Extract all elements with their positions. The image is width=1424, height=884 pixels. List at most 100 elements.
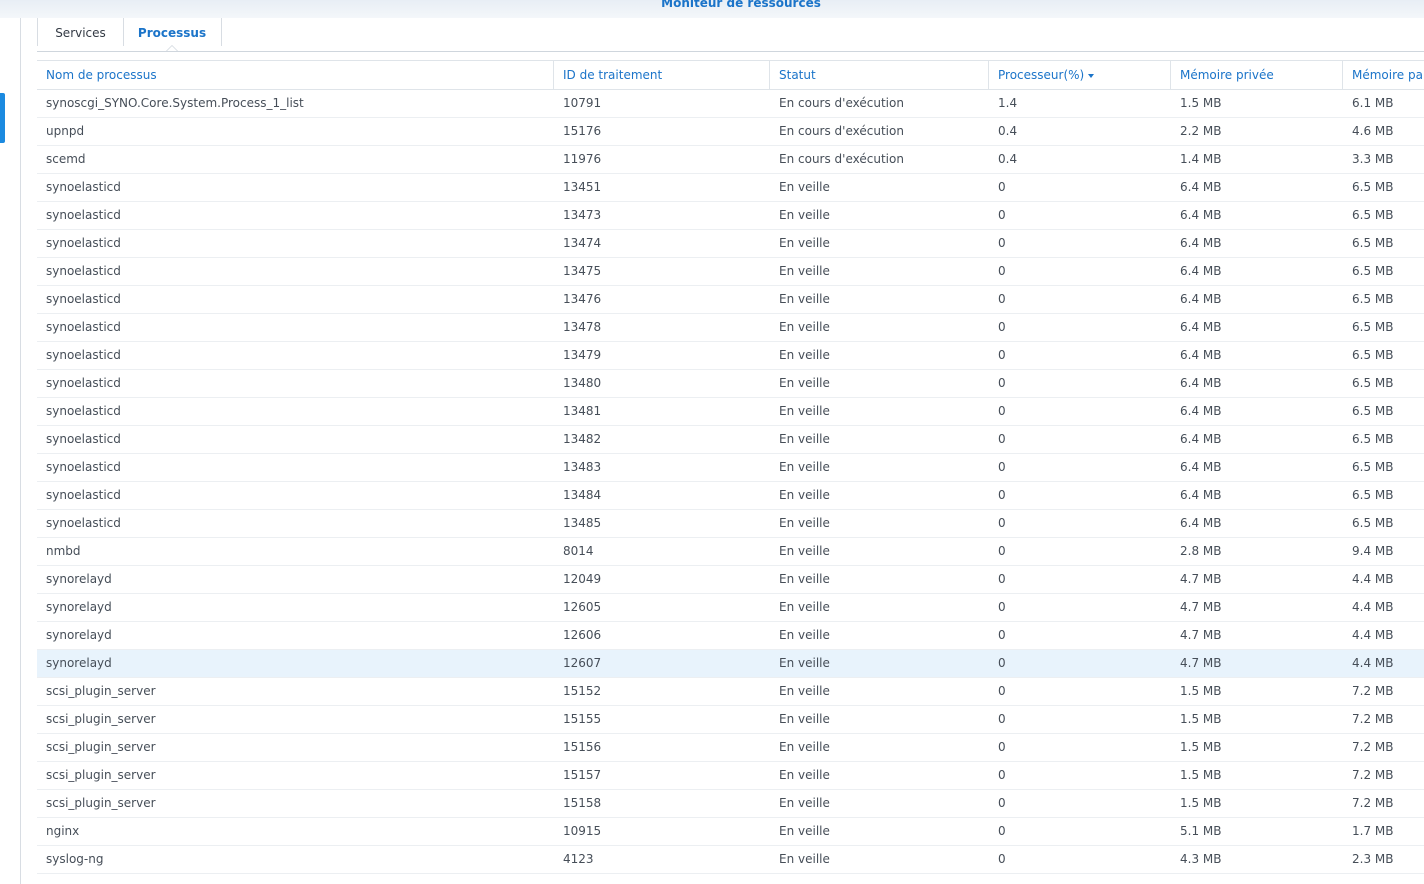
- table-row[interactable]: synoelasticd 13483 En veille 0 6.4 MB 6.5 MB: [37, 454, 1424, 482]
- cpu-cell: 0: [998, 264, 1006, 278]
- column-header-process-id[interactable]: ID de traitement: [554, 61, 770, 89]
- shared-memory-cell: 3.3 MB: [1352, 152, 1394, 166]
- process-name-cell: scsi_plugin_server: [46, 740, 156, 754]
- table-row[interactable]: synorelayd 12605 En veille 0 4.7 MB 4.4 MB: [37, 594, 1424, 622]
- process-name-cell: synoelasticd: [46, 488, 121, 502]
- process-id-cell: 12607: [563, 656, 602, 670]
- table-row[interactable]: scsi_plugin_server 15157 En veille 0 1.5 MB 7…: [37, 762, 1424, 790]
- column-header-cpu[interactable]: Processeur(%): [989, 61, 1171, 89]
- private-memory-cell: 6.4 MB: [1180, 208, 1222, 222]
- status-cell: En veille: [779, 460, 830, 474]
- process-id-cell: 11976: [563, 152, 602, 166]
- process-table: Nom de processus ID de traitement Statut…: [37, 60, 1424, 884]
- shared-memory-cell: 6.5 MB: [1352, 348, 1394, 362]
- process-id-cell: 12606: [563, 628, 602, 642]
- table-row[interactable]: synorelayd 12607 En veille 0 4.7 MB 4.4 MB: [37, 650, 1424, 678]
- table-row[interactable]: synorelayd 12606 En veille 0 4.7 MB 4.4 MB: [37, 622, 1424, 650]
- status-cell: En veille: [779, 544, 830, 558]
- process-id-cell: 13451: [563, 180, 602, 194]
- shared-memory-cell: 7.2 MB: [1352, 768, 1394, 782]
- cpu-cell: 0: [998, 460, 1006, 474]
- table-row[interactable]: upnpd 15176 En cours d'exécution 0.4 2.2 MB 4…: [37, 118, 1424, 146]
- cpu-cell: 0.4: [998, 152, 1018, 166]
- table-row[interactable]: synoelasticd 13480 En veille 0 6.4 MB 6.5 MB: [37, 370, 1424, 398]
- table-row[interactable]: scsi_plugin_server 15152 En veille 0 1.5 MB 7…: [37, 678, 1424, 706]
- process-name-cell: scsi_plugin_server: [46, 712, 156, 726]
- status-cell: En veille: [779, 180, 830, 194]
- process-name-cell: synoelasticd: [46, 208, 121, 222]
- cpu-cell: 0: [998, 796, 1006, 810]
- process-id-cell: 12605: [563, 600, 602, 614]
- column-header-status[interactable]: Statut: [770, 61, 989, 89]
- table-row[interactable]: synoelasticd 13478 En veille 0 6.4 MB 6.5 MB: [37, 314, 1424, 342]
- process-id-cell: 13476: [563, 292, 602, 306]
- status-cell: En veille: [779, 628, 830, 642]
- table-body: synoscgi_SYNO.Core.System.Process_1_list…: [37, 90, 1424, 874]
- shared-memory-cell: 6.5 MB: [1352, 376, 1394, 390]
- process-id-cell: 13478: [563, 320, 602, 334]
- table-row[interactable]: synoelasticd 13481 En veille 0 6.4 MB 6.5 MB: [37, 398, 1424, 426]
- shared-memory-cell: 6.5 MB: [1352, 404, 1394, 418]
- private-memory-cell: 1.4 MB: [1180, 152, 1222, 166]
- tab-bar: Services Processus: [37, 18, 1424, 52]
- cpu-cell: 0: [998, 432, 1006, 446]
- cpu-cell: 0: [998, 740, 1006, 754]
- table-row[interactable]: synorelayd 12049 En veille 0 4.7 MB 4.4 MB: [37, 566, 1424, 594]
- process-id-cell: 15155: [563, 712, 602, 726]
- process-name-cell: synoelasticd: [46, 348, 121, 362]
- table-row[interactable]: synoelasticd 13485 En veille 0 6.4 MB 6.5 MB: [37, 510, 1424, 538]
- private-memory-cell: 1.5 MB: [1180, 712, 1222, 726]
- shared-memory-cell: 4.4 MB: [1352, 572, 1394, 586]
- process-name-cell: synoelasticd: [46, 404, 121, 418]
- table-row[interactable]: scsi_plugin_server 15155 En veille 0 1.5 MB 7…: [37, 706, 1424, 734]
- process-id-cell: 13475: [563, 264, 602, 278]
- process-name-cell: synoelasticd: [46, 292, 121, 306]
- shared-memory-cell: 4.6 MB: [1352, 124, 1394, 138]
- cpu-cell: 0: [998, 600, 1006, 614]
- status-cell: En veille: [779, 320, 830, 334]
- process-name-cell: synoelasticd: [46, 432, 121, 446]
- column-header-private-memory[interactable]: Mémoire privée: [1171, 61, 1343, 89]
- table-row[interactable]: nmbd 8014 En veille 0 2.8 MB 9.4 MB: [37, 538, 1424, 566]
- table-row[interactable]: scsi_plugin_server 15158 En veille 0 1.5 MB 7…: [37, 790, 1424, 818]
- cpu-cell: 0: [998, 628, 1006, 642]
- tab-services[interactable]: Services: [37, 18, 124, 46]
- cpu-cell: 0: [998, 292, 1006, 306]
- table-row[interactable]: scsi_plugin_server 15156 En veille 0 1.5 MB 7…: [37, 734, 1424, 762]
- status-cell: En veille: [779, 208, 830, 222]
- window-titlebar: Moniteur de ressources: [0, 0, 1424, 18]
- shared-memory-cell: 6.5 MB: [1352, 264, 1394, 278]
- process-name-cell: scsi_plugin_server: [46, 796, 156, 810]
- process-id-cell: 10791: [563, 96, 602, 110]
- process-id-cell: 15176: [563, 124, 602, 138]
- table-row[interactable]: nginx 10915 En veille 0 5.1 MB 1.7 MB: [37, 818, 1424, 846]
- shared-memory-cell: 4.4 MB: [1352, 628, 1394, 642]
- cpu-cell: 0: [998, 656, 1006, 670]
- table-row[interactable]: synoelasticd 13473 En veille 0 6.4 MB 6.5 MB: [37, 202, 1424, 230]
- status-cell: En veille: [779, 236, 830, 250]
- private-memory-cell: 6.4 MB: [1180, 348, 1222, 362]
- process-id-cell: 15152: [563, 684, 602, 698]
- table-row[interactable]: synoelasticd 13475 En veille 0 6.4 MB 6.5 MB: [37, 258, 1424, 286]
- sidebar-active-indicator: [0, 93, 5, 143]
- table-row[interactable]: synoscgi_SYNO.Core.System.Process_1_list…: [37, 90, 1424, 118]
- table-row[interactable]: synoelasticd 13484 En veille 0 6.4 MB 6.5 MB: [37, 482, 1424, 510]
- table-row[interactable]: synoelasticd 13451 En veille 0 6.4 MB 6.5 MB: [37, 174, 1424, 202]
- shared-memory-cell: 9.4 MB: [1352, 544, 1394, 558]
- process-name-cell: nginx: [46, 824, 80, 838]
- table-row[interactable]: synoelasticd 13474 En veille 0 6.4 MB 6.5 MB: [37, 230, 1424, 258]
- column-header-process-name[interactable]: Nom de processus: [37, 61, 554, 89]
- table-row[interactable]: scemd 11976 En cours d'exécution 0.4 1.4 MB 3…: [37, 146, 1424, 174]
- process-id-cell: 13485: [563, 516, 602, 530]
- column-header-shared-memory[interactable]: Mémoire pa: [1343, 61, 1424, 89]
- process-id-cell: 13480: [563, 376, 602, 390]
- table-row[interactable]: synoelasticd 13482 En veille 0 6.4 MB 6.5 MB: [37, 426, 1424, 454]
- table-row[interactable]: synoelasticd 13476 En veille 0 6.4 MB 6.5 MB: [37, 286, 1424, 314]
- tab-processus[interactable]: Processus: [123, 18, 222, 46]
- process-id-cell: 13484: [563, 488, 602, 502]
- process-name-cell: synorelayd: [46, 656, 112, 670]
- private-memory-cell: 6.4 MB: [1180, 376, 1222, 390]
- process-id-cell: 13483: [563, 460, 602, 474]
- table-row[interactable]: syslog-ng 4123 En veille 0 4.3 MB 2.3 MB: [37, 846, 1424, 874]
- table-row[interactable]: synoelasticd 13479 En veille 0 6.4 MB 6.5 MB: [37, 342, 1424, 370]
